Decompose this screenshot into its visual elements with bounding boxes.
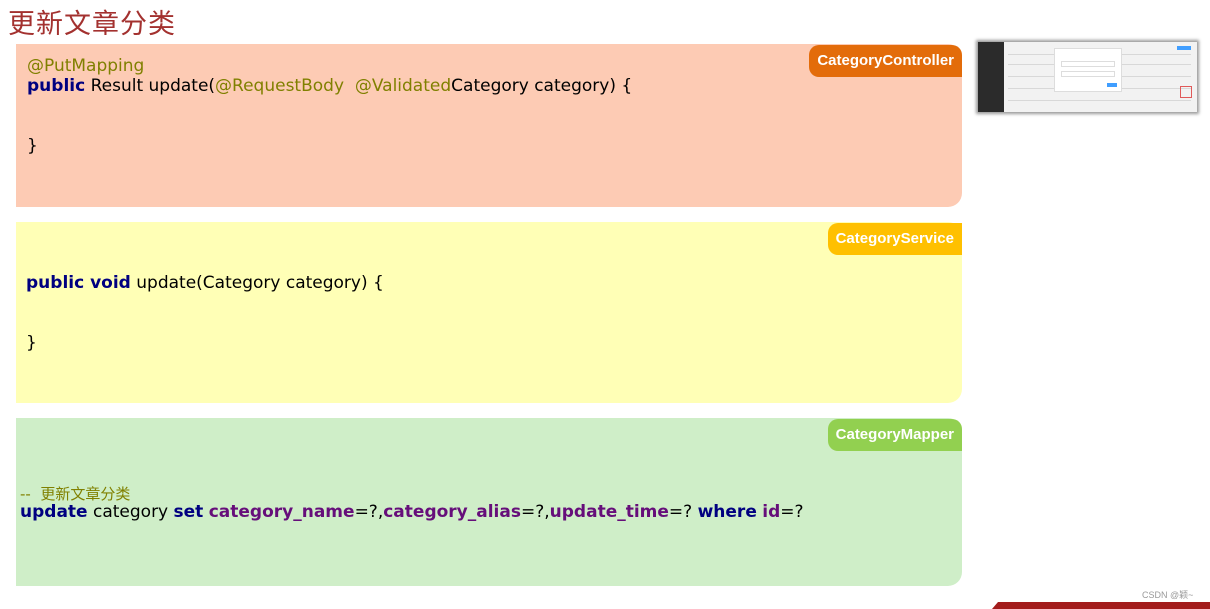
sql-where-keyword: where [697, 502, 757, 522]
sql-update-keyword: update [20, 502, 88, 522]
thumbnail-modal-input [1061, 71, 1115, 77]
sql-field-category-name: category_name [208, 502, 355, 522]
public-void-keyword: public void [26, 273, 131, 293]
controller-signature-line: public Result update(@RequestBody @Valid… [27, 76, 632, 96]
validated-annotation: @Validated [354, 76, 452, 96]
sql-param: =?, [520, 502, 550, 522]
public-keyword: public [27, 76, 86, 96]
thumbnail-sidebar [978, 42, 1004, 112]
page-title: 更新文章分类 [8, 9, 176, 40]
sql-statement: update category set category_name=?,cate… [20, 502, 804, 522]
footer-bar [992, 602, 1210, 609]
controller-tag: CategoryController [809, 45, 962, 77]
thumbnail-modal [1054, 48, 1122, 92]
service-panel: CategoryService public void update(Categ… [16, 222, 962, 403]
service-close-brace: } [26, 333, 37, 353]
mapper-tag: CategoryMapper [827, 419, 962, 451]
sql-comment: -- 更新文章分类 [20, 485, 131, 503]
put-mapping-annotation: @PutMapping [27, 56, 145, 76]
thumbnail-add-button [1177, 46, 1191, 50]
mapper-panel: CategoryMapper -- 更新文章分类 update category… [16, 418, 962, 586]
thumbnail-modal-input [1061, 61, 1115, 67]
sql-field-id: id [762, 502, 781, 522]
signature-part-b: Category category) { [451, 76, 633, 96]
controller-panel: CategoryController @PutMapping public Re… [16, 44, 962, 207]
service-signature: update(Category category) { [130, 273, 384, 293]
signature-space [344, 76, 355, 96]
sql-table: category [87, 502, 174, 522]
controller-close-brace: } [27, 136, 38, 156]
sql-param: =? [780, 502, 804, 522]
sql-set-keyword: set [173, 502, 204, 522]
sql-param: =? [668, 502, 698, 522]
sql-field-category-alias: category_alias [383, 502, 521, 522]
sql-param: =?, [354, 502, 384, 522]
thumbnail-modal-confirm [1107, 83, 1117, 87]
ui-preview-thumbnail [978, 42, 1197, 112]
thumbnail-highlight-box [1180, 86, 1192, 98]
signature-part-a: Result update( [85, 76, 216, 96]
request-body-annotation: @RequestBody [215, 76, 345, 96]
watermark: CSDN @颖~ [1142, 590, 1194, 600]
thumbnail-row [1008, 100, 1191, 101]
service-tag: CategoryService [827, 223, 962, 255]
sql-field-update-time: update_time [549, 502, 669, 522]
controller-annotation-line: @PutMapping [27, 56, 144, 76]
service-signature-line: public void update(Category category) { [26, 273, 384, 293]
